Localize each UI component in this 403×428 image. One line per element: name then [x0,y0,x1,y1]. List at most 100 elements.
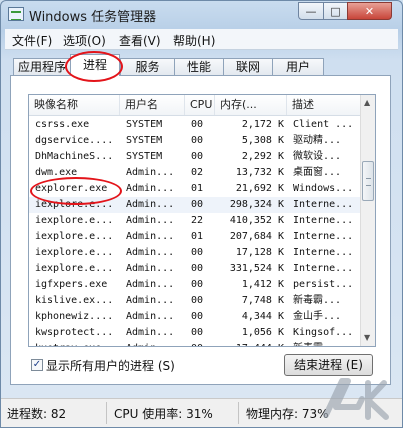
task-manager-icon [8,7,24,21]
scroll-up-icon[interactable]: ▲ [364,98,370,107]
status-bar: 进程数: 82 CPU 使用率: 31% 物理内存: 73% [1,398,402,427]
grip-icon [366,178,371,186]
show-all-users-checkbox[interactable]: ✓ [31,359,43,371]
cell-cpu: 00 [191,263,204,274]
cell-user-name: Admin... [126,311,175,322]
cell-image-name: dwm.exe [35,167,78,178]
cell-image-name: iexplore.e... [35,247,114,258]
vertical-scrollbar[interactable]: ▲ ▼ [360,95,375,346]
maximize-button[interactable]: □ [323,2,348,20]
minimize-button[interactable]: — [298,2,324,20]
cell-memory: 5,308 K [241,135,284,146]
cell-image-name: explorer.exe [35,183,108,194]
table-row[interactable]: iexplore.e... Admin... 00 331,524 K Interne.… [29,261,360,277]
cell-cpu: 00 [191,119,204,130]
cell-user-name: SYSTEM [126,135,163,146]
table-row[interactable]: iexplore.e... Admin... 00 17,128 K Interne..… [29,245,360,261]
menu-file[interactable]: 文件(F) [12,32,52,49]
cell-image-name: kphonewiz.... [35,311,114,322]
table-row[interactable]: iexplore.e... Admin... 01 207,684 K Interne.… [29,229,360,245]
cell-description: 新毒霸... [293,295,342,306]
cell-description: Interne... [293,263,354,274]
column-header-image-name[interactable]: 映像名称 [29,95,120,115]
tab-processes[interactable]: 进程 [70,54,120,76]
cell-memory: 21,692 K [235,183,284,194]
table-row[interactable]: kislive.ex... Admin... 00 7,748 K 新毒霸... [29,293,360,309]
table-row[interactable]: dwm.exe Admin... 02 13,732 K 桌面窗... [29,165,360,181]
cell-cpu: 00 [191,311,204,322]
status-physical-memory: 物理内存: 73% [246,407,329,421]
cell-cpu: 00 [191,135,204,146]
status-cpu-usage: CPU 使用率: 31% [114,407,213,421]
cell-user-name: Admin... [126,327,175,338]
table-row[interactable]: csrss.exe SYSTEM 00 2,172 K Client ... [29,117,360,133]
table-row[interactable]: dgservice.... SYSTEM 00 5,308 K 驱动精... [29,133,360,149]
table-row[interactable]: iexplore.e... Admin... 22 410,352 K Interne.… [29,213,360,229]
cell-description: persist... [293,279,354,290]
show-all-users-label[interactable]: 显示所有用户的进程 (S) [46,357,175,374]
cell-cpu: 00 [191,247,204,258]
cell-image-name: iexplore.e... [35,263,114,274]
title-bar[interactable]: Windows 任务管理器 — □ ✕ [1,1,402,28]
cell-user-name: SYSTEM [126,151,163,162]
window-title: Windows 任务管理器 [29,10,157,25]
cell-user-name: Admin... [126,341,186,346]
cell-memory: 207,684 K [229,231,284,242]
scrollbar-thumb[interactable] [362,161,374,201]
cell-cpu: 00 [191,327,204,338]
tab-users[interactable]: 用户 [272,58,324,75]
menu-options[interactable]: 选项(O) [63,32,106,49]
cell-description: Interne... [293,231,354,242]
cell-user-name: Admin... [126,167,175,178]
column-header-memory[interactable]: 内存(... [215,95,287,115]
table-row[interactable]: kphonewiz.... Admin... 00 4,344 K 金山手... [29,309,360,325]
status-separator [106,402,107,424]
cell-user-name: Admin... [126,279,175,290]
table-row[interactable]: explorer.exe Admin... 01 21,692 K Windows... [29,181,360,197]
cell-image-name: kxetray.exe [35,341,121,346]
cell-memory: 1,412 K [241,279,284,290]
cell-memory: 1,056 K [241,327,284,338]
cell-description: Windows... [293,183,354,194]
cell-memory: 7,748 K [241,295,284,306]
cell-image-name: igfxpers.exe [35,279,108,290]
column-header-cpu[interactable]: CPU [185,95,215,115]
table-row[interactable]: igfxpers.exe Admin... 00 1,412 K persist... [29,277,360,293]
cell-image-name: kwsprotect... [35,327,114,338]
cell-user-name: Admin... [126,295,175,306]
status-separator [238,402,239,424]
scroll-down-icon[interactable]: ▼ [364,333,370,342]
cell-image-name: csrss.exe [35,119,90,130]
tab-performance[interactable]: 性能 [174,58,224,75]
cell-cpu: 00 [191,279,204,290]
tab-applications[interactable]: 应用程序 [13,58,71,75]
table-row[interactable]: DhMachineS... SYSTEM 00 2,292 K 微软设... [29,149,360,165]
cell-memory: 298,324 K [229,199,284,210]
menu-help[interactable]: 帮助(H) [173,32,215,49]
cell-memory: 17,444 K [222,341,284,346]
cell-cpu: 00 [191,199,204,210]
cell-user-name: Admin... [126,231,175,242]
cell-description: 新毒霸... [293,341,359,346]
end-process-button[interactable]: 结束进程 (E) [284,354,373,376]
cell-image-name: iexplore.e... [35,199,114,210]
cell-cpu: 00 [191,295,204,306]
cell-user-name: Admin... [126,183,175,194]
cell-user-name: Admin... [126,215,175,226]
table-row[interactable]: kwsprotect... Admin... 00 1,056 K Kingsof... [29,325,360,341]
process-list[interactable]: 映像名称 用户名 CPU 内存(... 描述 csrss.exe SYSTEM 00… [28,94,376,347]
table-row[interactable]: kxetray.exe Admin... 00 17,444 K 新毒霸... [29,341,360,346]
cell-description: 金山手... [293,311,342,322]
close-button[interactable]: ✕ [347,2,392,20]
tab-services[interactable]: 服务 [120,58,175,75]
table-row[interactable]: iexplore.e... Admin... 00 298,324 K Interne.… [29,197,360,213]
cell-image-name: iexplore.e... [35,215,114,226]
column-header-user-name[interactable]: 用户名 [120,95,185,115]
tab-networking[interactable]: 联网 [223,58,273,75]
cell-description: 桌面窗... [293,167,342,178]
cell-user-name: Admin... [126,247,175,258]
column-header-description[interactable]: 描述 [287,95,360,115]
cell-cpu: 02 [191,167,204,178]
cell-description: Interne... [293,247,354,258]
menu-view[interactable]: 查看(V) [119,32,161,49]
